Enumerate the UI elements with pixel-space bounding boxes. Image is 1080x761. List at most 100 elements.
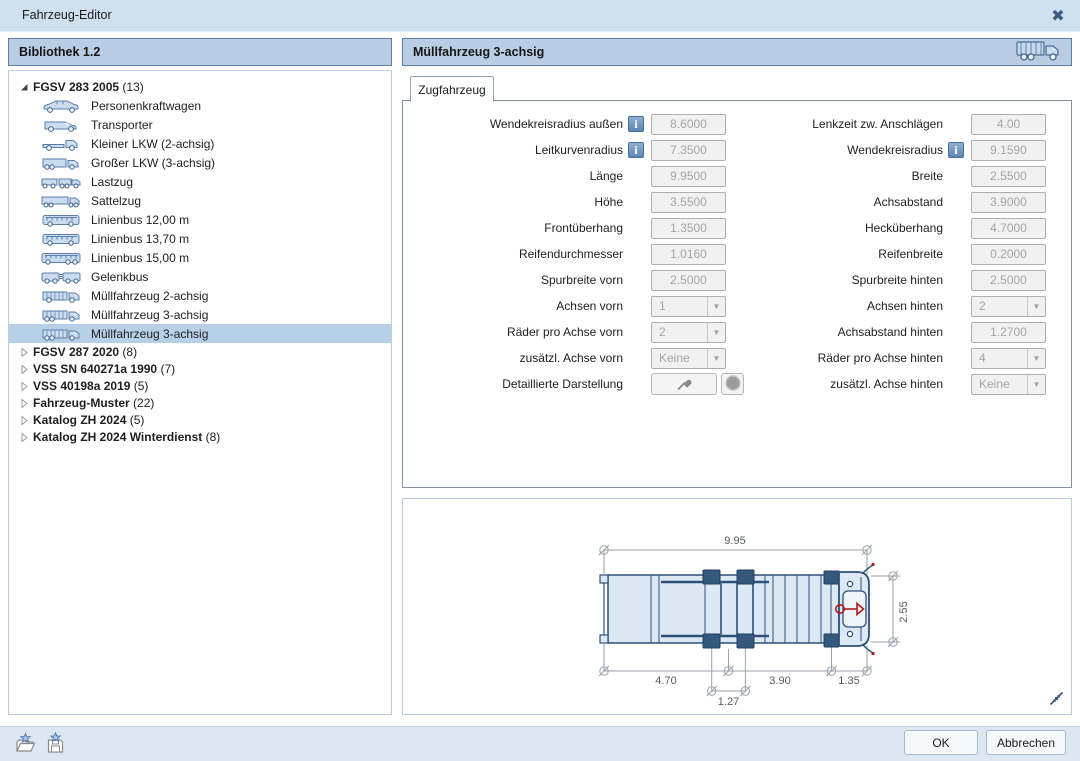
tree-item-label: Großer LKW (3-achsig)	[91, 155, 216, 170]
tree-category-count: (22)	[129, 395, 155, 410]
form-label: Reifenbreite	[878, 247, 943, 261]
form-label: Leitkurvenradius	[534, 143, 623, 157]
tree-item[interactable]: Lastzug	[9, 172, 391, 191]
tree-category-label: VSS 40198a 2019	[33, 378, 131, 393]
tree-item[interactable]: Kleiner LKW (2-achsig)	[9, 134, 391, 153]
collapse-triangle-icon[interactable]	[19, 346, 33, 357]
form-row: Wendekreisradius außen i 8.6000	[403, 111, 744, 137]
collapse-triangle-icon[interactable]	[19, 414, 33, 425]
select-value: 1	[659, 299, 666, 313]
tree-category[interactable]: Katalog ZH 2024 Winterdienst (8)	[9, 428, 391, 445]
bus-icon	[39, 231, 83, 247]
form-select[interactable]: 2 ▼	[651, 321, 726, 343]
tree-item[interactable]: Personenkraftwagen	[9, 96, 391, 115]
tree-category-label: Fahrzeug-Muster	[33, 395, 130, 410]
form-label: Achsen vorn	[556, 299, 623, 313]
form-input[interactable]: 4.7000	[971, 217, 1046, 239]
form-input[interactable]: 1.2700	[971, 321, 1046, 343]
form-row: Achsabstand 3.9000	[723, 189, 1046, 215]
pipette-icon	[675, 374, 693, 395]
collapse-triangle-icon[interactable]	[19, 397, 33, 408]
expand-triangle-icon[interactable]	[19, 82, 33, 92]
collapse-triangle-icon[interactable]	[19, 380, 33, 391]
form-column-right: Lenkzeit zw. Anschlägen 4.00 Wendekreisrad…	[723, 111, 1046, 397]
dim-wheelbase: 3.90	[769, 675, 790, 687]
form-input[interactable]: 0.2000	[971, 243, 1046, 265]
tree-item[interactable]: Transporter	[9, 115, 391, 134]
tree-item[interactable]: Gelenkbus	[9, 267, 391, 286]
tree-category-label: FGSV 283 2005	[33, 80, 120, 94]
form-input[interactable]: 9.9500	[651, 165, 726, 187]
form-input[interactable]: 3.5500	[651, 191, 726, 213]
library-panel-title: Bibliothek 1.2	[19, 45, 101, 59]
select-value: 4	[979, 351, 986, 365]
ok-button[interactable]: OK	[904, 730, 978, 755]
color-picker-button[interactable]	[651, 373, 717, 395]
form-label: Spurbreite vorn	[540, 273, 623, 287]
form-row: Breite 2.5500	[723, 163, 1046, 189]
form-select[interactable]: Keine ▼	[971, 373, 1046, 395]
vehicle-panel-title: Müllfahrzeug 3-achsig	[413, 45, 545, 59]
select-value: 2	[659, 325, 666, 339]
form-input[interactable]: 2.5000	[971, 269, 1046, 291]
form-row: Achsen vorn 1 ▼	[403, 293, 744, 319]
truck-big-icon	[39, 155, 83, 171]
tree-category-label: FGSV 287 2020	[33, 344, 120, 359]
tree-item-label: Transporter	[91, 117, 153, 132]
collapse-triangle-icon[interactable]	[19, 363, 33, 374]
tree-category-label: Katalog ZH 2024 Winterdienst	[33, 429, 203, 444]
form-select[interactable]: 4 ▼	[971, 347, 1046, 369]
cancel-label: Abbrechen	[996, 735, 1056, 750]
tree-item[interactable]: Linienbus 12,00 m	[9, 210, 391, 229]
form-row: Lenkzeit zw. Anschlägen 4.00	[723, 111, 1046, 137]
info-icon[interactable]: i	[948, 142, 964, 158]
cancel-button[interactable]: Abbrechen	[986, 730, 1066, 755]
fit-view-icon[interactable]	[1048, 690, 1065, 710]
tree-category-label: VSS SN 640271a 1990	[33, 361, 158, 376]
tree-item[interactable]: Linienbus 13,70 m	[9, 229, 391, 248]
tab-zugfahrzeug[interactable]: Zugfahrzeug	[410, 76, 494, 102]
form-select[interactable]: Keine ▼	[651, 347, 726, 369]
form-input[interactable]: 9.1590	[971, 139, 1046, 161]
tree-category[interactable]: VSS SN 640271a 1990 (7)	[9, 360, 391, 377]
tree-category[interactable]: FGSV 287 2020 (8)	[9, 343, 391, 360]
form-input[interactable]: 1.3500	[651, 217, 726, 239]
form-select[interactable]: 1 ▼	[651, 295, 726, 317]
tree-category[interactable]: VSS 40198a 2019 (5)	[9, 377, 391, 394]
tree-category[interactable]: Katalog ZH 2024 (5)	[9, 411, 391, 428]
info-icon[interactable]: i	[628, 116, 644, 132]
chevron-down-icon: ▼	[1027, 374, 1045, 394]
form-input[interactable]: 2.5500	[971, 165, 1046, 187]
tree-category[interactable]: FGSV 283 2005 (13)	[9, 78, 391, 96]
form-input[interactable]: 3.9000	[971, 191, 1046, 213]
form-select[interactable]: 2 ▼	[971, 295, 1046, 317]
collapse-triangle-icon[interactable]	[19, 431, 33, 442]
tree-item[interactable]: Müllfahrzeug 3-achsig	[9, 305, 391, 324]
save-library-icon[interactable]	[42, 731, 68, 756]
tree-item[interactable]: Müllfahrzeug 2-achsig	[9, 286, 391, 305]
tree-category[interactable]: Fahrzeug-Muster (22)	[9, 394, 391, 411]
tree-item[interactable]: Linienbus 15,00 m	[9, 248, 391, 267]
tree-category-count: (13)	[119, 80, 144, 94]
form-input[interactable]: 7.3500	[651, 139, 726, 161]
form-label: Frontüberhang	[544, 221, 623, 235]
open-library-icon[interactable]	[12, 731, 38, 756]
form-input[interactable]: 2.5000	[651, 269, 726, 291]
chevron-down-icon: ▼	[1027, 348, 1045, 368]
close-icon[interactable]: ✖	[1048, 6, 1068, 26]
form-input[interactable]: 8.6000	[651, 113, 726, 135]
tree-item[interactable]: Sattelzug	[9, 191, 391, 210]
tree-item-label: Müllfahrzeug 3-achsig	[91, 307, 209, 322]
tree-item[interactable]: Großer LKW (3-achsig)	[9, 153, 391, 172]
tree-item-label: Gelenkbus	[91, 269, 149, 284]
title-bar: Fahrzeug-Editor ✖	[0, 0, 1080, 32]
form-row: Reifendurchmesser 1.0160	[403, 241, 744, 267]
semi-trailer-icon	[39, 193, 83, 209]
vehicle-form: Wendekreisradius außen i 8.6000 Leitkurvenr…	[402, 100, 1072, 488]
garbage-truck-icon	[1015, 38, 1061, 67]
info-icon[interactable]: i	[628, 142, 644, 158]
form-input[interactable]: 1.0160	[651, 243, 726, 265]
form-input[interactable]: 4.00	[971, 113, 1046, 135]
tree-category-count: (8)	[119, 344, 138, 359]
tree-item-selected[interactable]: Müllfahrzeug 3-achsig	[9, 324, 391, 343]
